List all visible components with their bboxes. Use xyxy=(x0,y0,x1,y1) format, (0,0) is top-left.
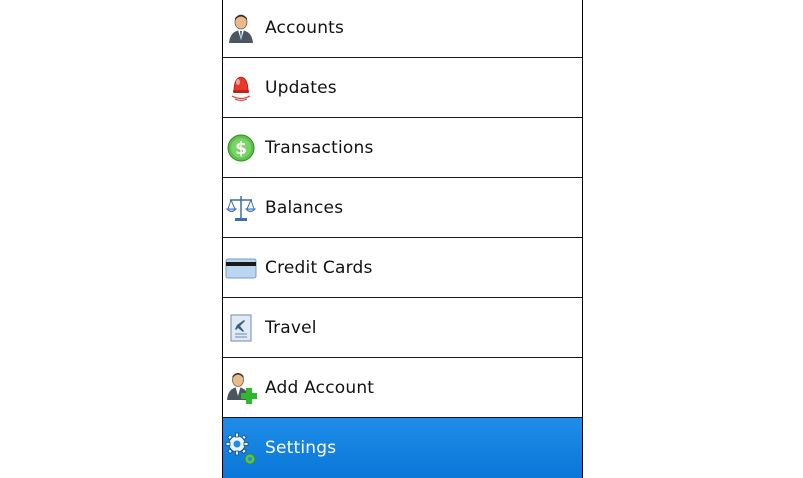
menu-item-add-account[interactable]: Add Account xyxy=(223,358,582,418)
dollar-coin-icon: $ xyxy=(224,131,258,165)
menu-item-accounts[interactable]: Accounts xyxy=(223,0,582,58)
menu-item-label: Credit Cards xyxy=(265,257,373,278)
menu-item-updates[interactable]: Updates xyxy=(223,58,582,118)
travel-document-icon xyxy=(224,311,258,345)
main-menu-list: Accounts Updates $ Transactions Balances… xyxy=(222,0,583,478)
alert-bell-icon xyxy=(224,71,258,105)
menu-item-travel[interactable]: Travel xyxy=(223,298,582,358)
menu-item-label: Updates xyxy=(265,77,337,98)
gear-icon xyxy=(224,431,258,465)
scales-icon xyxy=(224,191,258,225)
person-icon xyxy=(224,11,258,45)
menu-item-balances[interactable]: Balances xyxy=(223,178,582,238)
menu-item-credit-cards[interactable]: Credit Cards xyxy=(223,238,582,298)
menu-item-label: Settings xyxy=(265,438,337,458)
menu-item-label: Transactions xyxy=(265,137,374,158)
menu-item-transactions[interactable]: $ Transactions xyxy=(223,118,582,178)
menu-item-settings[interactable]: Settings xyxy=(223,418,582,478)
menu-item-label: Balances xyxy=(265,197,344,218)
menu-item-label: Add Account xyxy=(265,377,375,398)
credit-card-icon xyxy=(224,251,258,285)
menu-item-label: Travel xyxy=(265,317,317,338)
add-person-icon xyxy=(224,371,258,405)
menu-item-label: Accounts xyxy=(265,17,345,38)
svg-text:$: $ xyxy=(235,139,247,159)
